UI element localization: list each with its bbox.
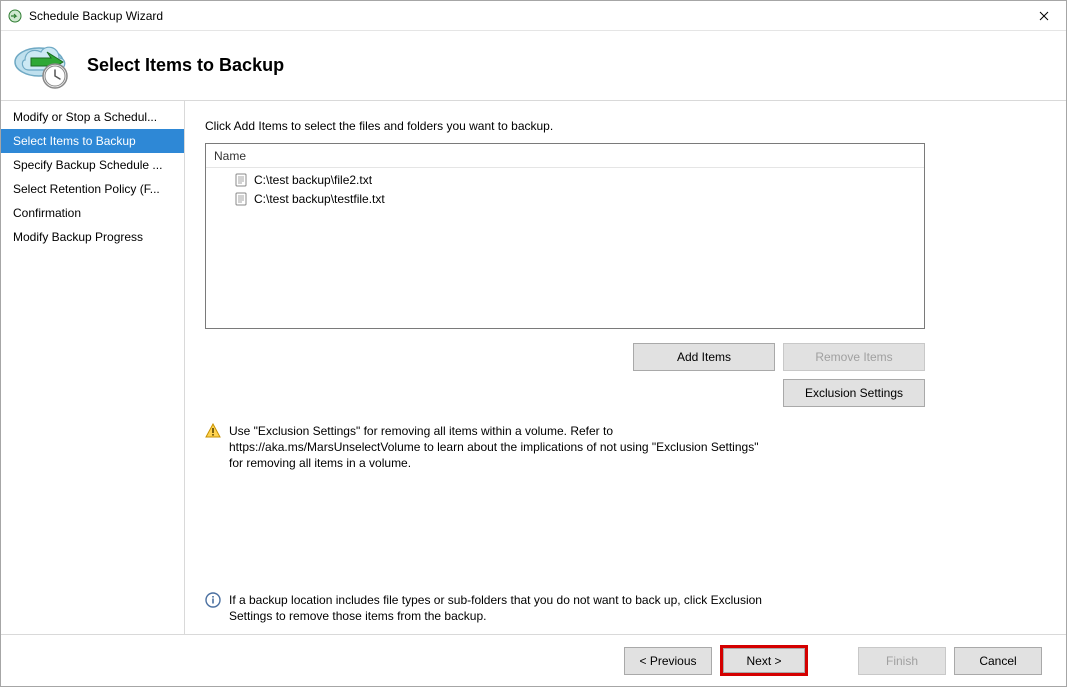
remove-items-button: Remove Items [783,343,925,371]
wizard-body: Modify or Stop a Schedul... Select Items… [1,101,1066,634]
next-button-highlight: Next > [720,645,808,676]
step-select-items[interactable]: Select Items to Backup [1,129,184,153]
file-icon [234,173,248,187]
wizard-content: Click Add Items to select the files and … [185,101,1066,634]
wizard-window: Schedule Backup Wizard Select Items to B… [0,0,1067,687]
backup-cloud-icon [11,38,75,94]
previous-button[interactable]: < Previous [624,647,712,675]
step-retention-policy[interactable]: Select Retention Policy (F... [1,177,184,201]
list-item[interactable]: C:\test backup\file2.txt [206,170,924,189]
wizard-footer: < Previous Next > Finish Cancel [1,634,1066,686]
warning-note: Use "Exclusion Settings" for removing al… [205,423,765,472]
exclusion-settings-button[interactable]: Exclusion Settings [783,379,925,407]
window-title: Schedule Backup Wizard [29,9,1021,23]
info-icon [205,592,221,608]
warning-icon [205,423,221,439]
list-item-path: C:\test backup\file2.txt [254,173,372,187]
list-item[interactable]: C:\test backup\testfile.txt [206,189,924,208]
wizard-header: Select Items to Backup [1,31,1066,101]
exclusion-button-row: Exclusion Settings [205,379,925,407]
info-note: If a backup location includes file types… [205,592,765,624]
info-text: If a backup location includes file types… [229,592,765,624]
cancel-button[interactable]: Cancel [954,647,1042,675]
close-button[interactable] [1021,1,1066,31]
file-icon [234,192,248,206]
page-title: Select Items to Backup [87,55,284,76]
list-item-path: C:\test backup\testfile.txt [254,192,385,206]
add-items-button[interactable]: Add Items [633,343,775,371]
step-specify-schedule[interactable]: Specify Backup Schedule ... [1,153,184,177]
step-modify-progress[interactable]: Modify Backup Progress [1,225,184,249]
list-body: C:\test backup\file2.txt C:\test backup\… [206,168,924,210]
wizard-steps-sidebar: Modify or Stop a Schedul... Select Items… [1,101,185,634]
step-confirmation[interactable]: Confirmation [1,201,184,225]
items-listbox[interactable]: Name C:\test backup\file2.txt C:\test ba… [205,143,925,329]
instruction-text: Click Add Items to select the files and … [205,119,1042,133]
finish-button: Finish [858,647,946,675]
list-column-header[interactable]: Name [206,144,924,168]
warning-text: Use "Exclusion Settings" for removing al… [229,423,765,472]
next-button[interactable]: Next > [723,648,805,673]
titlebar: Schedule Backup Wizard [1,1,1066,31]
step-modify-stop[interactable]: Modify or Stop a Schedul... [1,105,184,129]
item-buttons-row: Add Items Remove Items [205,343,925,371]
app-icon [7,8,23,24]
